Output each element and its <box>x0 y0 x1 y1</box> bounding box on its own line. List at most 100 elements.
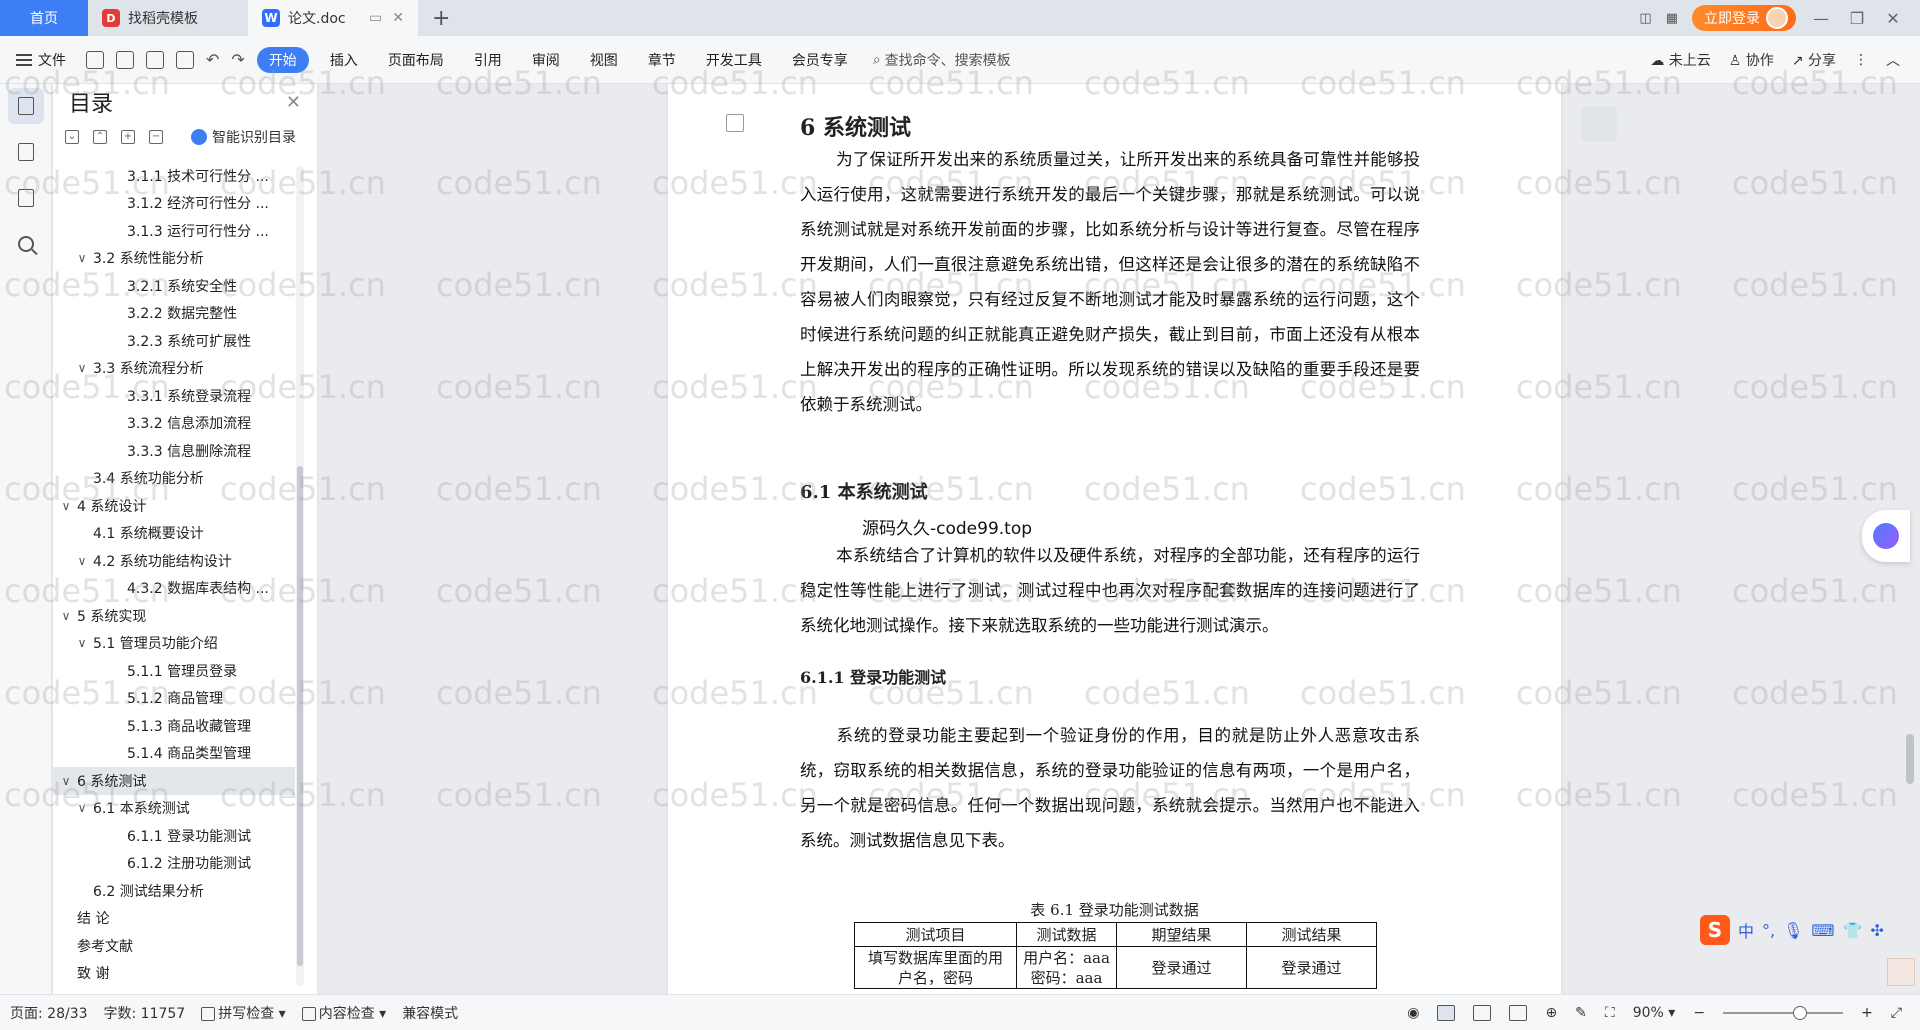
document-page[interactable]: 6 系统测试 为了保证所开发出来的系统质量过关，让所开发出来的系统具备可靠性并能… <box>668 84 1561 994</box>
toc-item[interactable]: ∨ 4 系统设计 <box>53 492 295 520</box>
page-options-icon[interactable] <box>726 114 744 132</box>
zoom-slider-knob[interactable] <box>1793 1005 1808 1020</box>
pin-icon[interactable]: ▭ <box>369 10 382 26</box>
toc-item[interactable]: 5.1.2 商品管理 <box>53 685 295 713</box>
toc-item[interactable]: 3.4 系统功能分析 <box>53 465 295 493</box>
print-icon[interactable] <box>146 50 164 69</box>
smart-toc-button[interactable]: 智能识别目录 <box>191 127 296 147</box>
chevron-down-icon[interactable]: ∨ <box>59 499 73 513</box>
toc-nav-button[interactable] <box>7 88 44 124</box>
ribbon-tab-references[interactable]: 引用 <box>459 50 517 70</box>
tab-template[interactable]: D 找稻壳模板 <box>88 0 248 36</box>
keyboard-icon[interactable]: ⌨ <box>1811 921 1834 940</box>
chevron-down-icon[interactable]: ∨ <box>75 361 89 375</box>
microphone-icon[interactable]: 🎙 <box>1783 921 1803 940</box>
undo-icon[interactable]: ↶ <box>206 50 219 69</box>
print-preview-icon[interactable] <box>176 50 194 69</box>
ribbon-tab-review[interactable]: 审阅 <box>517 50 575 70</box>
tab-home[interactable]: 首页 <box>0 0 88 36</box>
ribbon-tab-view[interactable]: 视图 <box>575 50 633 70</box>
document-scroll-thumb[interactable] <box>1906 734 1914 784</box>
zoom-out-button[interactable]: − <box>1693 1005 1705 1021</box>
toc-item[interactable]: 致 谢 <box>53 960 295 988</box>
ime-language[interactable]: 中 <box>1738 918 1754 942</box>
zoom-slider[interactable] <box>1723 1005 1844 1020</box>
command-search[interactable]: ⌕ 查找命令、搜索模板 <box>873 50 1011 70</box>
page-side-toolbar-icon[interactable] <box>1581 106 1617 142</box>
file-menu[interactable]: 文件 <box>16 50 66 70</box>
new-tab-button[interactable]: + <box>418 0 464 36</box>
toc-item[interactable]: ∨ 3.3 系统流程分析 <box>53 355 295 383</box>
redo-icon[interactable]: ↷ <box>231 50 244 69</box>
toc-item[interactable]: 3.1.2 经济可行性分 ... <box>53 190 295 218</box>
ribbon-tab-developer[interactable]: 开发工具 <box>691 50 777 70</box>
toc-item[interactable]: ∨ 5.1 管理员功能介绍 <box>53 630 295 658</box>
toc-item[interactable]: 6.1.2 注册功能测试 <box>53 850 295 878</box>
chevron-down-icon[interactable]: ∨ <box>75 251 89 265</box>
chevron-down-icon[interactable]: ∨ <box>59 774 73 788</box>
export-pdf-icon[interactable] <box>116 50 134 69</box>
spell-check-button[interactable]: 拼写检查 ▾ <box>201 1003 286 1023</box>
ribbon-tab-insert[interactable]: 插入 <box>315 50 373 70</box>
collab-button[interactable]: ♙ 协作 <box>1729 50 1774 70</box>
toc-item[interactable]: 结 论 <box>53 905 295 933</box>
chevron-down-icon[interactable]: ∨ <box>75 554 89 568</box>
sogou-ime-icon[interactable]: S <box>1700 915 1730 945</box>
toc-item[interactable]: 3.2.1 系统安全性 <box>53 272 295 300</box>
word-count[interactable]: 字数: 11757 <box>104 1003 186 1023</box>
punctuation-icon[interactable]: °, <box>1762 921 1775 940</box>
zoom-level[interactable]: 90% ▾ <box>1633 1005 1676 1021</box>
cloud-status[interactable]: ☁ 未上云 <box>1650 50 1710 70</box>
mini-panel-icon[interactable] <box>1887 958 1915 986</box>
toc-item[interactable]: 3.2.2 数据完整性 <box>53 300 295 328</box>
bookmark-nav-button[interactable] <box>8 180 44 216</box>
web-view-icon[interactable]: ⊕ <box>1545 1005 1557 1021</box>
toc-item[interactable]: 3.3.1 系统登录流程 <box>53 382 295 410</box>
page-count[interactable]: 页面: 28/33 <box>10 1003 88 1023</box>
ai-assistant-button[interactable] <box>1862 510 1910 562</box>
toc-item[interactable]: 4.1 系统概要设计 <box>53 520 295 548</box>
close-icon[interactable]: ✕ <box>286 92 301 113</box>
fit-page-icon[interactable]: ⛶ <box>1605 1005 1615 1021</box>
ribbon-tab-home[interactable]: 开始 <box>256 46 309 73</box>
toc-item[interactable]: 3.1.3 运行可行性分 ... <box>53 217 295 245</box>
expand-all-icon[interactable]: ⌄ <box>65 130 79 144</box>
toc-scroll-thumb[interactable] <box>297 466 303 966</box>
page-view-icon[interactable] <box>1437 1004 1456 1021</box>
toc-item[interactable]: 参考文献 <box>53 932 295 960</box>
close-button[interactable]: ✕ <box>1882 9 1904 28</box>
chapter-nav-button[interactable] <box>8 134 44 170</box>
share-button[interactable]: ↗ 分享 <box>1792 50 1836 70</box>
minimize-button[interactable]: — <box>1810 9 1832 28</box>
reading-view-icon[interactable] <box>1509 1004 1528 1021</box>
collapse-all-icon[interactable]: ⌃ <box>93 130 107 144</box>
chevron-down-icon[interactable]: ∨ <box>75 801 89 815</box>
save-icon[interactable] <box>86 50 104 69</box>
toc-item[interactable]: ∨ 5 系统实现 <box>53 602 295 630</box>
toc-item[interactable]: ∨ 6.1 本系统测试 <box>53 795 295 823</box>
content-check-button[interactable]: 内容检查 ▾ <box>301 1003 386 1023</box>
fullscreen-icon[interactable]: ⤢ <box>1891 1005 1902 1021</box>
collapse-ribbon-icon[interactable]: ︿ <box>1886 50 1900 70</box>
add-heading-icon[interactable]: + <box>121 130 135 144</box>
tab-close-icon[interactable]: ✕ <box>392 10 404 26</box>
toc-item[interactable]: 3.3.2 信息添加流程 <box>53 410 295 438</box>
tab-document[interactable]: W 论文.doc ▭ ✕ <box>248 0 418 36</box>
toc-item[interactable]: 6.2 测试结果分析 <box>53 877 295 905</box>
zoom-in-button[interactable]: + <box>1861 1005 1873 1021</box>
chevron-down-icon[interactable]: ∨ <box>59 609 73 623</box>
toc-item[interactable]: 5.1.3 商品收藏管理 <box>53 712 295 740</box>
login-button[interactable]: 立即登录 <box>1692 5 1796 31</box>
toc-item[interactable]: 5.1.4 商品类型管理 <box>53 740 295 768</box>
skin-icon[interactable]: 👕 <box>1843 921 1863 940</box>
more-icon[interactable]: ⋮ <box>1854 52 1868 68</box>
outline-view-icon[interactable] <box>1473 1004 1492 1021</box>
apps-grid-icon[interactable]: ▦ <box>1666 11 1678 26</box>
ribbon-tab-section[interactable]: 章节 <box>633 50 691 70</box>
reading-layout-icon[interactable]: ◫ <box>1639 11 1651 26</box>
toc-item[interactable]: 3.2.3 系统可扩展性 <box>53 327 295 355</box>
toc-item[interactable]: 5.1.1 管理员登录 <box>53 657 295 685</box>
find-nav-button[interactable] <box>8 226 44 262</box>
ribbon-tab-member[interactable]: 会员专享 <box>777 50 863 70</box>
toolbox-icon[interactable]: ✣ <box>1870 921 1883 940</box>
